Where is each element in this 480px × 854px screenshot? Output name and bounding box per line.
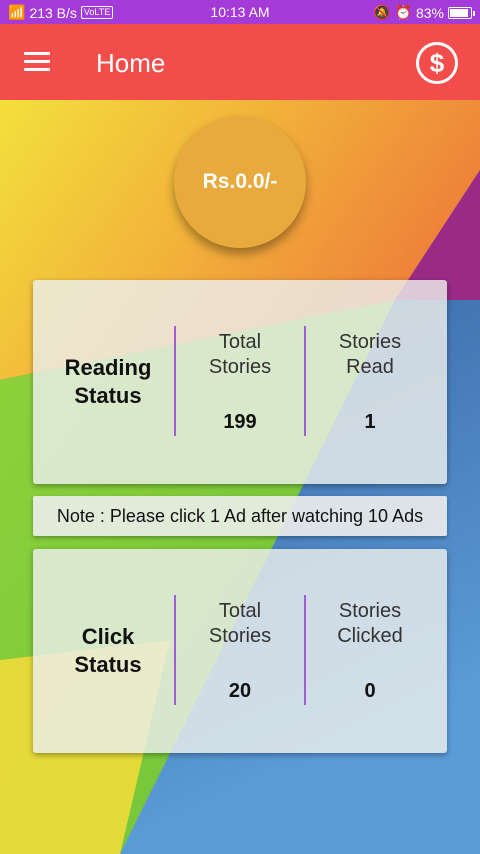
battery-icon — [448, 6, 475, 19]
reading-label-line1: Reading — [64, 355, 152, 380]
col-header-line1: Total — [218, 600, 262, 622]
page-title: Home — [96, 48, 166, 78]
ad-note: Note : Please click 1 Ad after watching … — [33, 496, 447, 536]
col-header-line1: Stories — [338, 600, 402, 622]
col-header-line2: Stories — [208, 356, 272, 378]
stories-clicked-header: Stories Clicked — [306, 599, 434, 649]
col-header-line2: Clicked — [337, 625, 403, 647]
total-stories-header: Total Stories — [176, 330, 304, 380]
click-label-line1: Click — [81, 624, 135, 649]
app-bar: Home $ — [0, 24, 480, 100]
notification-muted-icon: 🔕 — [373, 4, 391, 20]
col-header-line1: Stories — [338, 331, 402, 353]
status-bar: 📶 213 B/s VoLTE 10:13 AM 🔕 ⏰ 83% — [0, 0, 480, 24]
click-label-line2: Status — [74, 652, 142, 677]
dollar-coin-icon[interactable]: $ — [416, 42, 458, 84]
stories-read-value: 1 — [364, 411, 376, 433]
total-stories-value: 199 — [223, 411, 257, 433]
battery-percent: 83% — [415, 4, 444, 21]
total-stories-value: 20 — [228, 680, 252, 702]
col-header-line2: Stories — [208, 625, 272, 647]
click-status-card: Click Status Total Stories 20 Stories Cl… — [33, 549, 447, 753]
alarm-icon: ⏰ — [394, 4, 412, 20]
stories-read-header: Stories Read — [306, 330, 434, 380]
hamburger-icon[interactable] — [24, 52, 50, 72]
balance-amount: Rs.0.0/- — [174, 116, 306, 248]
status-right: 🔕 ⏰ 83% — [373, 4, 475, 21]
reading-status-card: Reading Status Total Stories 199 Stories… — [33, 280, 447, 484]
col-header-line2: Read — [346, 356, 394, 378]
stories-clicked-value: 0 — [364, 680, 376, 702]
col-header-line1: Total — [218, 331, 262, 353]
click-status-label: Click Status — [33, 549, 183, 753]
reading-label-line2: Status — [74, 383, 142, 408]
reading-status-label: Reading Status — [33, 280, 183, 484]
total-stories-header: Total Stories — [176, 599, 304, 649]
